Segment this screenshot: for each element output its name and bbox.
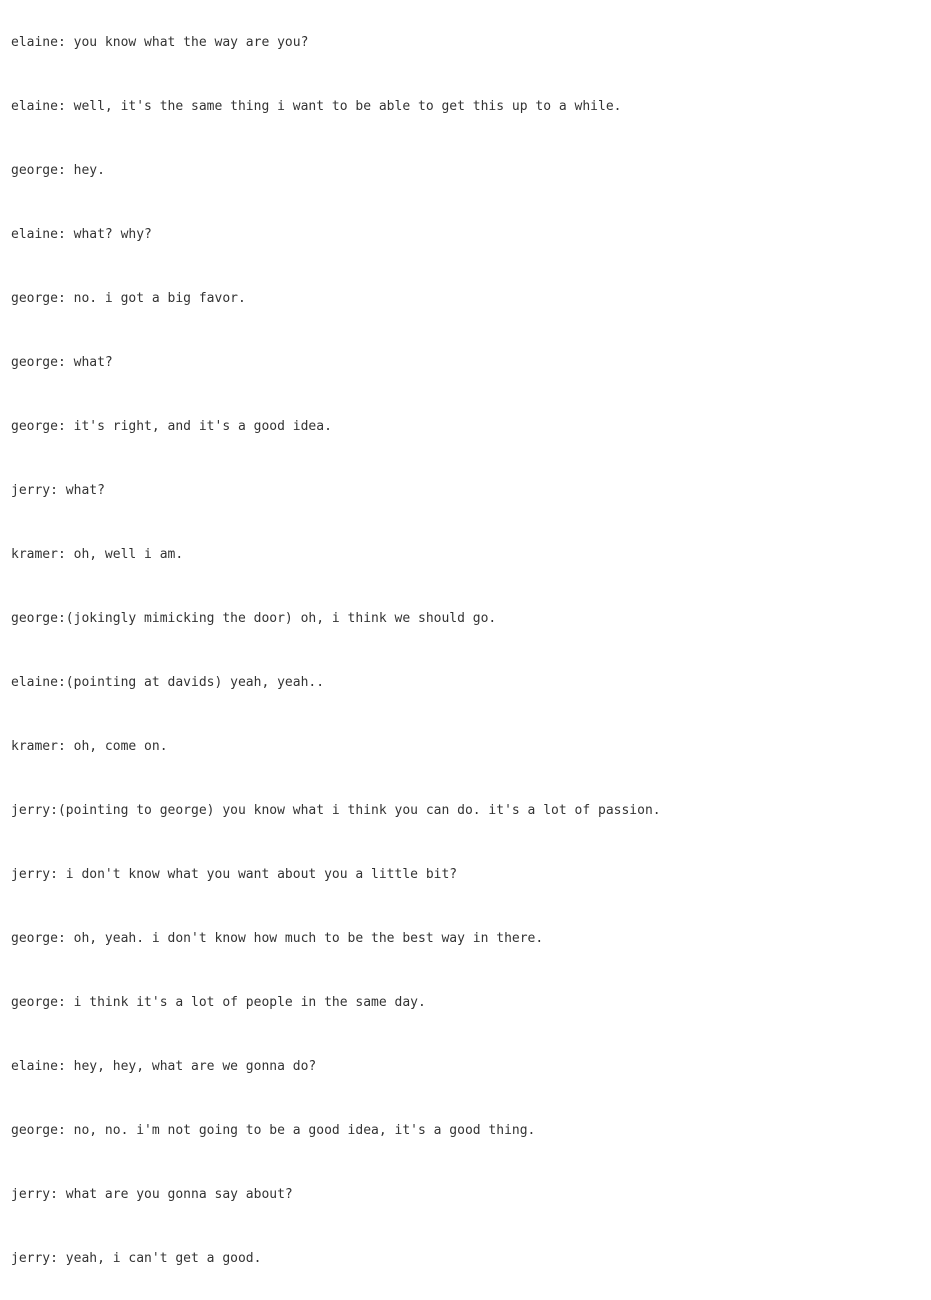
transcript-line: george: no, no. i'm not going to be a go… xyxy=(11,1123,536,1138)
transcript-line: elaine: you know what the way are you? xyxy=(11,35,309,50)
transcript-line: george: it's right, and it's a good idea… xyxy=(11,419,332,434)
transcript-line: george: no. i got a big favor. xyxy=(11,291,246,306)
transcript-line: jerry: yeah, i can't get a good. xyxy=(11,1251,262,1266)
transcript-line: elaine: well, it's the same thing i want… xyxy=(11,99,622,114)
transcript-line: jerry: what are you gonna say about? xyxy=(11,1187,293,1202)
transcript-line: jerry:(pointing to george) you know what… xyxy=(11,803,661,818)
transcript-line: george: what? xyxy=(11,355,113,370)
transcript-output: elaine: you know what the way are you? e… xyxy=(0,0,931,1266)
transcript-line: elaine: what? why? xyxy=(11,227,152,242)
transcript-line: jerry: what? xyxy=(11,483,105,498)
transcript-line: george:(jokingly mimicking the door) oh,… xyxy=(11,611,497,626)
transcript-line: george: i think it's a lot of people in … xyxy=(11,995,426,1010)
transcript-line: elaine: hey, hey, what are we gonna do? xyxy=(11,1059,317,1074)
transcript-line: george: oh, yeah. i don't know how much … xyxy=(11,931,544,946)
transcript-line: kramer: oh, well i am. xyxy=(11,547,184,562)
transcript-line: kramer: oh, come on. xyxy=(11,739,168,754)
transcript-line: elaine:(pointing at davids) yeah, yeah.. xyxy=(11,675,325,690)
transcript-line: george: hey. xyxy=(11,163,105,178)
transcript-line: jerry: i don't know what you want about … xyxy=(11,867,458,882)
